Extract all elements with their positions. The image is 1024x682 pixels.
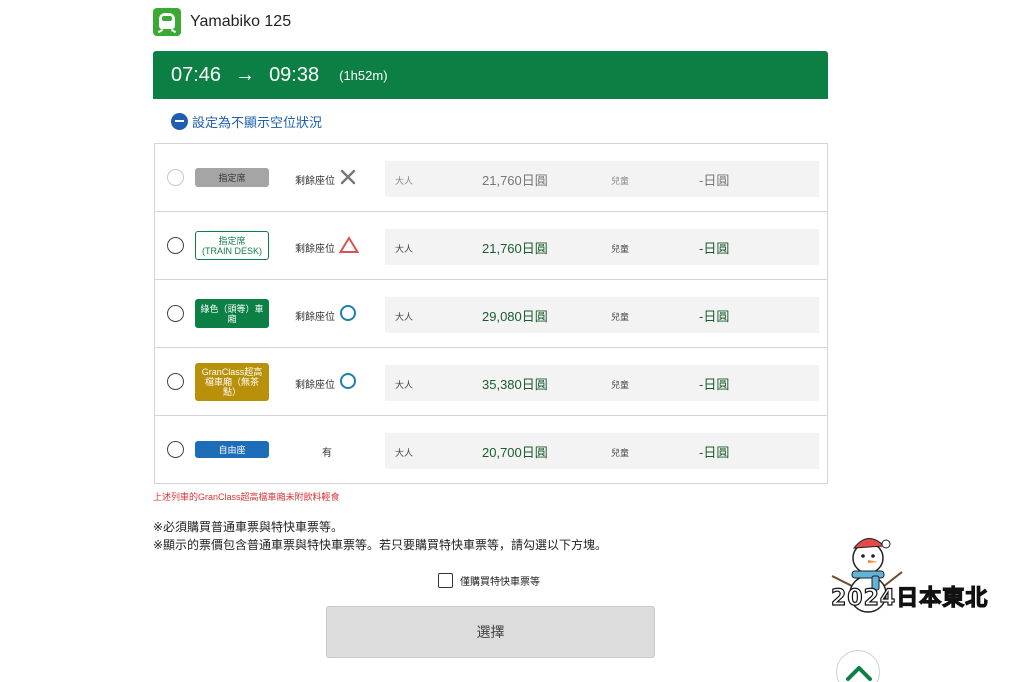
child-price: -日圓 [699,173,730,188]
vacancy-label: 剩餘座位 [295,176,335,187]
seat-row-reserved: 指定席 剩餘座位 大人 21,760日圓 兒童 -日圓 [155,144,827,212]
seat-class-table: 指定席 剩餘座位 大人 21,760日圓 兒童 -日圓 指定席 (TRAIN D… [154,143,828,484]
back-to-top-button[interactable] [836,650,880,682]
adult-price: 35,380日圓 [482,377,548,392]
cross-icon [339,168,357,191]
note-line: ※顯示的票價包含普通車票與特快車票等。若只要購買特快車票等，請勾選以下方塊。 [153,538,608,552]
child-label: 兒童 [611,312,630,322]
seat-radio[interactable] [167,441,184,458]
seat-class-badge: 指定席 (TRAIN DESK) [195,231,269,260]
note-line: ※必須購買普通車票與特快車票等。 [153,520,344,534]
vacancy-label: 剩餘座位 [295,244,335,255]
price-box: 大人 35,380日圓 兒童 -日圓 [385,365,819,401]
granclass-note: 上述列車的GranClass超高檔車廂未附飲料輕食 [153,492,340,502]
seat-radio[interactable] [167,237,184,254]
seat-row-green-car: 綠色（頭等）車 廂 剩餘座位 大人 29,080日圓 兒童 -日圓 [155,280,827,348]
time-bar: 07:46 → 09:38 (1h52m) [153,51,828,99]
seat-class-badge: GranClass超高 檔車廂（無茶 點） [195,363,269,401]
vacancy-label: 剩餘座位 [295,312,335,323]
seat-class-badge: 指定席 [195,168,269,187]
adult-price: 21,760日圓 [482,173,548,188]
minus-circle-icon [171,112,188,130]
vacancy-label: 剩餘座位 [295,380,335,391]
train-name: Yamabiko 125 [190,13,292,30]
price-box: 大人 21,760日圓 兒童 -日圓 [385,161,819,197]
child-price: -日圓 [699,377,730,392]
train-icon [153,8,181,36]
price-box: 大人 20,700日圓 兒童 -日圓 [385,433,819,469]
seat-radio[interactable] [167,169,184,186]
seat-class-badge: 自由座 [195,441,269,458]
hide-vacancy-label: 設定為不顯示空位狀況 [192,114,323,130]
express-only-checkbox[interactable] [438,573,453,588]
circle-icon [339,372,357,395]
triangle-icon [338,236,360,259]
chevron-up-icon [846,666,872,681]
seat-row-train-desk: 指定席 (TRAIN DESK) 剩餘座位 大人 21,760日圓 兒童 -日圓 [155,212,827,280]
adult-price: 20,700日圓 [482,445,548,460]
watermark-text: 2024日本東北 [830,585,989,611]
seat-class-badge: 綠色（頭等）車 廂 [195,299,269,328]
select-button[interactable]: 選擇 [326,606,655,658]
child-price: -日圓 [699,241,730,256]
adult-price: 29,080日圓 [482,309,548,324]
train-header: Yamabiko 125 [153,8,291,36]
circle-icon [339,304,357,327]
arrow-icon: → [235,63,256,86]
seat-radio[interactable] [167,373,184,390]
adult-label: 大人 [395,312,414,322]
arrive-time: 09:38 [269,63,320,86]
child-price: -日圓 [699,445,730,460]
child-label: 兒童 [611,244,630,254]
child-label: 兒童 [611,176,630,186]
child-label: 兒童 [611,380,630,390]
seat-radio[interactable] [167,305,184,322]
vacancy-available-text: 有 [322,448,332,459]
adult-label: 大人 [395,448,414,458]
express-only-option[interactable]: 僅購買特快車票等 [438,573,540,588]
seat-row-non-reserved: 自由座 有 大人 20,700日圓 兒童 -日圓 [155,416,827,484]
adult-label: 大人 [395,380,414,390]
express-only-label: 僅購買特快車票等 [460,577,540,588]
child-price: -日圓 [699,309,730,324]
price-box: 大人 29,080日圓 兒童 -日圓 [385,297,819,333]
hide-vacancy-link[interactable]: 設定為不顯示空位狀況 [171,112,322,130]
ticket-notes: ※必須購買普通車票與特快車票等。 ※顯示的票價包含普通車票與特快車票等。若只要購… [153,518,607,554]
adult-price: 21,760日圓 [482,241,548,256]
depart-time: 07:46 [171,63,222,86]
duration: (1h52m) [339,67,388,83]
watermark: 2024日本東北 [826,528,996,618]
seat-row-granclass: GranClass超高 檔車廂（無茶 點） 剩餘座位 大人 35,380日圓 兒… [155,348,827,416]
adult-label: 大人 [395,176,414,186]
price-box: 大人 21,760日圓 兒童 -日圓 [385,229,819,265]
adult-label: 大人 [395,244,414,254]
child-label: 兒童 [611,448,630,458]
